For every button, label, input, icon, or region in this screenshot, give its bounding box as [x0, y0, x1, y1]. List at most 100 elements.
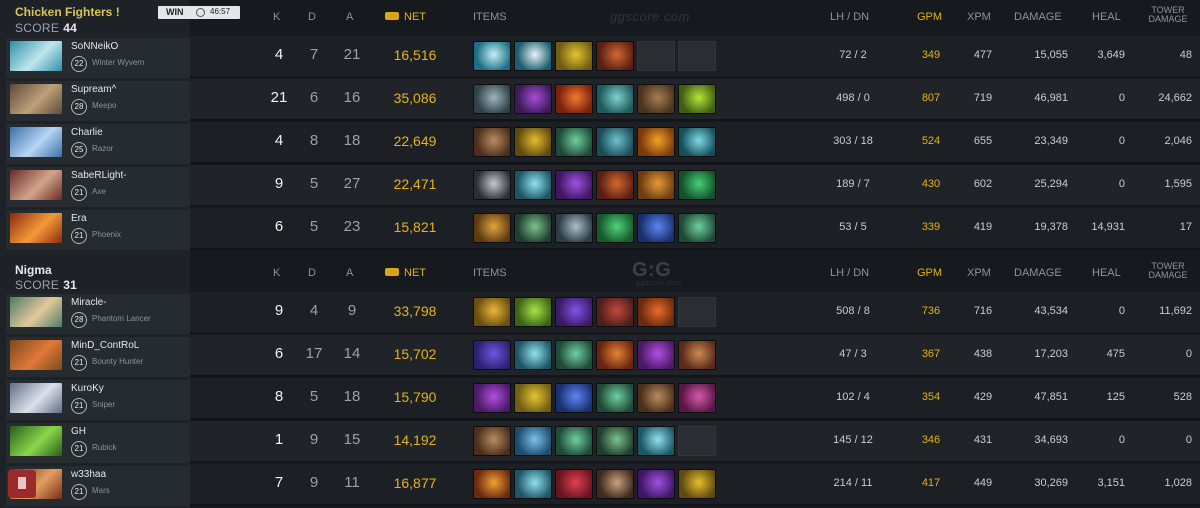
table-row[interactable]: 9 5 27 22,471 189 / 7 430 602 25,294 0 1,595	[190, 165, 1200, 207]
player-name[interactable]: Supream^	[71, 84, 116, 95]
skadi-icon[interactable]	[555, 297, 593, 327]
heart-icon[interactable]	[555, 469, 593, 499]
player-name[interactable]: GH	[71, 426, 86, 437]
blink-dagger-icon[interactable]	[596, 84, 634, 114]
arcane-boots-icon[interactable]	[473, 426, 511, 456]
travel-boots-icon[interactable]	[637, 84, 675, 114]
force-staff-icon[interactable]	[596, 426, 634, 456]
col-net[interactable]: NET	[404, 267, 426, 279]
eul-scepter-icon[interactable]	[514, 41, 552, 71]
col-gpm[interactable]: GPM	[917, 11, 942, 23]
col-damage[interactable]: DAMAGE	[1014, 11, 1062, 23]
vanguard-icon[interactable]	[514, 469, 552, 499]
col-a[interactable]: A	[346, 267, 353, 279]
linkens-icon[interactable]	[678, 127, 716, 157]
col-k[interactable]: K	[273, 11, 280, 23]
player-name[interactable]: Miracle-	[71, 297, 107, 308]
shivas-guard-icon[interactable]	[473, 170, 511, 200]
sange-yasha-icon[interactable]	[596, 297, 634, 327]
orchid-icon[interactable]	[596, 340, 634, 370]
kaya-icon[interactable]	[555, 383, 593, 413]
mekansm-icon[interactable]	[555, 41, 593, 71]
orb-of-venom-icon[interactable]	[637, 340, 675, 370]
aether-lens-icon[interactable]	[514, 426, 552, 456]
crimson-guard-icon[interactable]	[555, 213, 593, 243]
col-xpm[interactable]: XPM	[967, 267, 991, 279]
manta-icon[interactable]	[637, 297, 675, 327]
player-name[interactable]: SoNNeikO	[71, 41, 118, 52]
pipe-icon[interactable]	[596, 213, 634, 243]
player-card[interactable]: SoNNeikO 22 Winter Wyvern	[6, 38, 190, 78]
player-name[interactable]: KuroKy	[71, 383, 104, 394]
col-damage[interactable]: DAMAGE	[1014, 267, 1062, 279]
dagon-icon[interactable]	[637, 469, 675, 499]
dagon-icon[interactable]	[555, 170, 593, 200]
col-heal[interactable]: HEAL	[1092, 11, 1121, 23]
force-staff-icon[interactable]	[514, 213, 552, 243]
blade-mail-icon[interactable]	[473, 469, 511, 499]
player-card[interactable]: Miracle- 28 Phantom Lancer	[6, 294, 190, 334]
col-items[interactable]: ITEMS	[473, 267, 507, 279]
drum-icon[interactable]	[678, 340, 716, 370]
skull-basher-icon[interactable]	[473, 84, 511, 114]
empty-slot[interactable]	[678, 41, 716, 71]
player-card[interactable]: SabeRLight- 21 Axe	[6, 167, 190, 207]
blink-staff-icon[interactable]	[555, 426, 593, 456]
daedalus-icon[interactable]	[637, 127, 675, 157]
col-a[interactable]: A	[346, 11, 353, 23]
col-lh-dn[interactable]: LH / DN	[830, 11, 869, 23]
satanic-icon[interactable]	[678, 469, 716, 499]
empty-slot[interactable]	[637, 41, 675, 71]
col-net[interactable]: NET	[404, 11, 426, 23]
col-d[interactable]: D	[308, 11, 316, 23]
orb-of-venom-icon[interactable]	[473, 383, 511, 413]
blink-staff-icon[interactable]	[678, 213, 716, 243]
blink-staff-icon[interactable]	[555, 340, 593, 370]
power-treads-icon[interactable]	[473, 127, 511, 157]
table-row[interactable]: 7 9 11 16,877 214 / 11 417 449 30,269 3,151 1,028	[190, 464, 1200, 506]
team-name[interactable]: Chicken Fighters !	[15, 5, 120, 19]
table-row[interactable]: 21 6 16 35,086 498 / 0 807 719 46,981 0 24,662	[190, 79, 1200, 121]
table-row[interactable]: 8 5 18 15,790 102 / 4 354 429 47,851 125 528	[190, 378, 1200, 420]
ethereal-shard-icon[interactable]	[637, 213, 675, 243]
player-card[interactable]: Supream^ 28 Meepo	[6, 81, 190, 121]
col-xpm[interactable]: XPM	[967, 11, 991, 23]
player-name[interactable]: SabeRLight-	[71, 170, 127, 181]
glimmer-cape-icon[interactable]	[596, 41, 634, 71]
col-items[interactable]: ITEMS	[473, 11, 507, 23]
table-row[interactable]: 6 5 23 15,821 53 / 5 339 419 19,378 14,931 17	[190, 208, 1200, 250]
boots-icon[interactable]	[473, 340, 511, 370]
col-tower-damage[interactable]: TOWER DAMAGE	[1138, 6, 1198, 24]
table-row[interactable]: 9 4 9 33,798 508 / 8 736 716 43,534 0 11,692	[190, 292, 1200, 334]
bookmark-button[interactable]	[8, 470, 36, 498]
team-name[interactable]: Nigma	[15, 263, 52, 277]
player-card[interactable]: Charlie 25 Razor	[6, 124, 190, 164]
col-heal[interactable]: HEAL	[1092, 267, 1121, 279]
col-d[interactable]: D	[308, 267, 316, 279]
player-name[interactable]: w33haa	[71, 469, 106, 480]
glimmer-cape-icon[interactable]	[596, 170, 634, 200]
player-name[interactable]: MinD_ContRoL	[71, 340, 139, 351]
player-name[interactable]: Era	[71, 213, 87, 224]
diffusal-icon[interactable]	[514, 297, 552, 327]
tranquil-boots-icon[interactable]	[637, 383, 675, 413]
manta-icon[interactable]	[596, 127, 634, 157]
player-card[interactable]: Era 21 Phoenix	[6, 210, 190, 250]
table-row[interactable]: 6 17 14 15,702 47 / 3 367 438 17,203 475 0	[190, 335, 1200, 377]
player-card[interactable]: KuroKy 21 Sniper	[6, 380, 190, 420]
empty-slot[interactable]	[678, 297, 716, 327]
lotus-orb-icon[interactable]	[678, 170, 716, 200]
player-card[interactable]: MinD_ContRoL 21 Bounty Hunter	[6, 337, 190, 377]
blink-staff-icon[interactable]	[555, 127, 593, 157]
aghanim-scepter-icon[interactable]	[678, 84, 716, 114]
player-card[interactable]: GH 21 Rubick	[6, 423, 190, 463]
table-row[interactable]: 1 9 15 14,192 145 / 12 346 431 34,693 0 0	[190, 421, 1200, 463]
blink-staff-icon[interactable]	[596, 383, 634, 413]
desolator-icon[interactable]	[637, 170, 675, 200]
vanguard-icon[interactable]	[514, 170, 552, 200]
col-k[interactable]: K	[273, 267, 280, 279]
satanic-icon[interactable]	[514, 127, 552, 157]
table-row[interactable]: 4 7 21 16,516 72 / 2 349 477 15,055 3,649 48	[190, 36, 1200, 78]
glimmer-orb-icon[interactable]	[678, 383, 716, 413]
vanguard-icon[interactable]	[514, 340, 552, 370]
